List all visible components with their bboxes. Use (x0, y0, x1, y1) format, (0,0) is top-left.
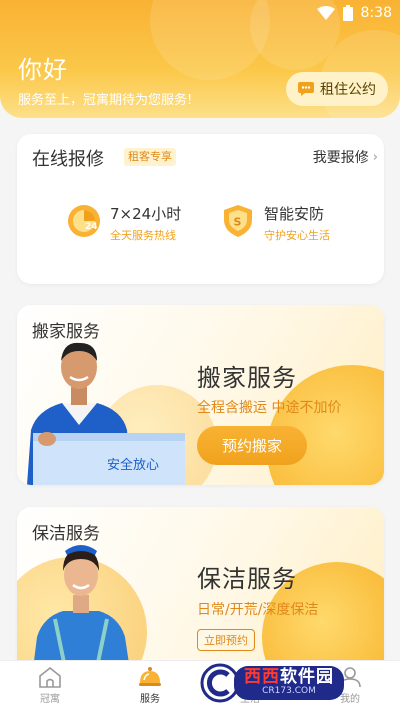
rental-agreement-label: 租住公约 (320, 82, 376, 98)
shield-icon: S (224, 205, 252, 237)
chat-bubble-icon (298, 82, 314, 96)
clock-time: 8:38 (360, 5, 392, 21)
repair-title: 在线报修 (32, 149, 104, 170)
feature-security[interactable]: S 智能安防 守护安心生活 (221, 204, 330, 243)
rental-agreement-button[interactable]: 租住公约 (286, 72, 388, 106)
feature-hotline[interactable]: 24 7×24小时 全天服务热线 (67, 204, 181, 243)
clock-24-icon: 24 (68, 205, 100, 237)
moving-description: 全程含搬运 中途不加价 (197, 400, 342, 416)
box-label: 安全放心 (107, 457, 159, 473)
tenant-exclusive-badge: 租客专享 (124, 148, 176, 166)
online-repair-card: 在线报修 租客专享 我要报修 › 24 7×24小时 全天服务热线 S 智能安防… (17, 134, 384, 284)
svg-text:S: S (234, 216, 242, 229)
feature-subtitle: 全天服务热线 (110, 229, 176, 242)
cleaning-service-card[interactable]: 保洁服务 保洁服务 日常/开荒/深度保洁 立即预约 (17, 507, 384, 677)
chevron-right-icon: › (372, 149, 378, 165)
greeting-title: 你好 (18, 56, 68, 84)
watermark-red-text: 西西 (244, 667, 280, 688)
feature-title: 智能安防 (264, 205, 325, 223)
feature-title: 7×24小时 (110, 205, 182, 223)
home-icon (39, 666, 61, 688)
cleaning-title: 保洁服务 (197, 565, 297, 593)
tab-service[interactable]: 服务 (100, 661, 200, 710)
greeting-subtitle: 服务至上，冠寓期待为您服务! (18, 93, 193, 108)
battery-icon (342, 5, 353, 21)
book-cleaning-button[interactable]: 立即预约 (197, 629, 255, 651)
service-bell-icon (139, 667, 161, 686)
tab-apartment[interactable]: 冠寓 (0, 661, 100, 710)
report-repair-link[interactable]: 我要报修 › (313, 147, 378, 167)
moving-service-card[interactable]: 搬家服务 安全放心 搬家服务 全程含搬运 中途不加价 预约搬家 (17, 305, 384, 485)
svg-text:24: 24 (85, 222, 98, 232)
site-watermark: 西西软件园 CR173.COM (200, 662, 382, 704)
cleaner-illustration (32, 545, 131, 677)
watermark-url: CR173.COM (262, 685, 316, 696)
moving-title: 搬家服务 (197, 364, 297, 392)
report-repair-label: 我要报修 (312, 150, 369, 166)
watermark-text: 西西软件园 CR173.COM (234, 666, 344, 700)
header: 8:38 你好 服务至上，冠寓期待为您服务! 租住公约 (0, 0, 400, 118)
watermark-white-text: 软件园 (280, 667, 334, 688)
tab-label: 冠寓 (40, 694, 60, 705)
wifi-icon (316, 6, 335, 20)
mover-illustration: 安全放心 (27, 342, 185, 485)
tab-label: 服务 (140, 694, 160, 705)
status-bar: 8:38 (316, 2, 392, 24)
feature-subtitle: 守护安心生活 (264, 229, 330, 242)
cleaning-description: 日常/开荒/深度保洁 (197, 602, 319, 618)
book-moving-button[interactable]: 预约搬家 (197, 426, 307, 465)
